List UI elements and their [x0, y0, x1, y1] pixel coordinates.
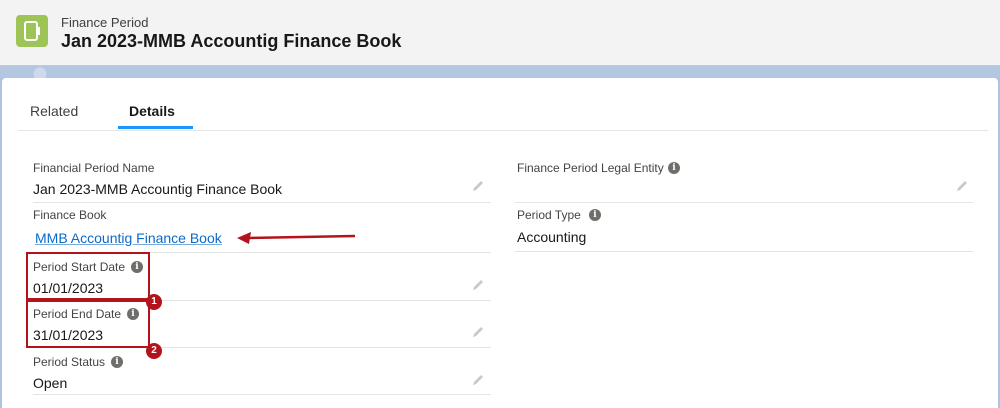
annotation-badge-2: 2 — [146, 343, 162, 359]
field-divider — [515, 202, 973, 203]
field-divider — [515, 251, 973, 252]
field-value-period-status: Open — [33, 375, 68, 391]
field-label-finance-book: Finance Book — [33, 208, 107, 222]
info-icon[interactable]: i — [668, 162, 680, 174]
pencil-icon[interactable] — [471, 278, 485, 292]
pencil-icon[interactable] — [471, 325, 485, 339]
field-label-financial-period-name: Financial Period Name — [33, 161, 155, 175]
annotation-box-end-date — [26, 300, 150, 348]
annotation-box-start-date — [26, 252, 150, 300]
record-title: Jan 2023-MMB Accountig Finance Book — [61, 31, 402, 51]
active-tab-indicator — [118, 126, 193, 129]
info-icon[interactable]: i — [111, 356, 123, 368]
annotation-badge-1: 1 — [146, 294, 162, 310]
record-detail-card: Related Details Financial Period Name Ja… — [2, 78, 998, 408]
field-label-finance-period-legal-entity: Finance Period Legal Entity — [517, 161, 664, 175]
info-icon[interactable]: i — [589, 209, 601, 221]
field-value-period-type: Accounting — [517, 229, 587, 245]
pencil-icon[interactable] — [955, 179, 969, 193]
pencil-icon[interactable] — [471, 373, 485, 387]
object-type-label: Finance Period — [61, 15, 149, 30]
field-label-period-status: Period Status — [33, 355, 106, 369]
tablet-icon — [16, 15, 48, 47]
record-header: Finance Period Jan 2023-MMB Accountig Fi… — [0, 0, 1000, 66]
field-label-period-type: Period Type — [517, 208, 581, 222]
field-divider — [33, 394, 491, 395]
tab-details[interactable]: Details — [129, 103, 175, 119]
tab-related[interactable]: Related — [30, 103, 78, 119]
pencil-icon[interactable] — [471, 179, 485, 193]
annotation-arrow — [237, 232, 356, 244]
header-band — [0, 66, 1000, 78]
finance-book-link[interactable]: MMB Accountig Finance Book — [35, 230, 222, 246]
field-divider — [33, 202, 491, 203]
field-value-financial-period-name: Jan 2023-MMB Accountig Finance Book — [33, 181, 283, 197]
